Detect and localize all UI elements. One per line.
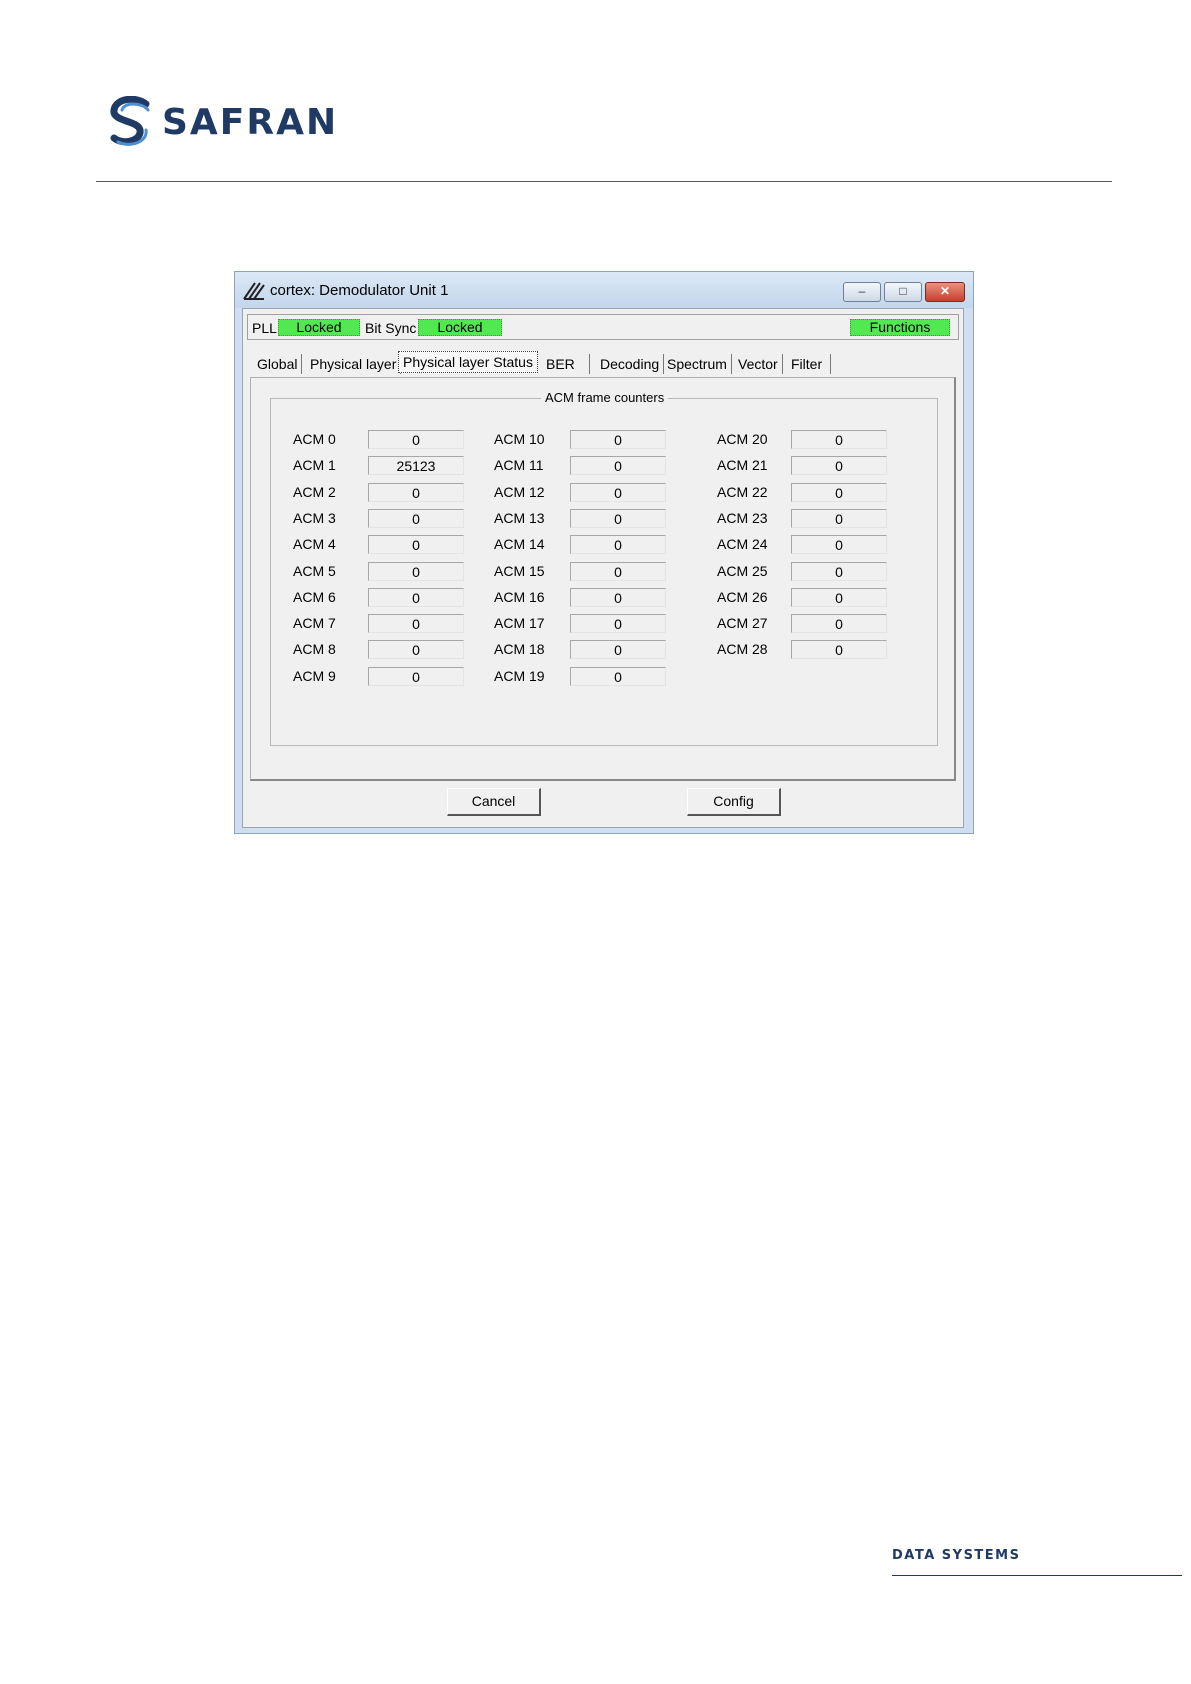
- acm-counter-label: ACM 15: [494, 563, 545, 579]
- acm-counter-label: ACM 3: [293, 510, 336, 526]
- close-button[interactable]: ✕: [925, 282, 965, 302]
- acm-counter-value: 0: [791, 430, 887, 449]
- acm-counter-value: 0: [368, 535, 464, 554]
- acm-counter-value: 0: [570, 430, 666, 449]
- pll-label: PLL: [252, 320, 277, 336]
- acm-counter-value: 0: [791, 483, 887, 502]
- header-divider: [96, 181, 1112, 182]
- window-title: cortex: Demodulator Unit 1: [270, 282, 449, 299]
- acm-counter-value: 0: [791, 614, 887, 633]
- tab-physical-layer[interactable]: Physical layer: [306, 354, 402, 374]
- status-bar: PLL Locked Bit Sync Locked Functions: [247, 314, 959, 340]
- acm-counter-value: 0: [368, 588, 464, 607]
- maximize-button[interactable]: □: [884, 282, 922, 302]
- tab-global[interactable]: Global: [253, 354, 303, 374]
- acm-counter-label: ACM 11: [494, 457, 544, 473]
- acm-counter-value: 0: [791, 562, 887, 581]
- acm-counter-label: ACM 10: [494, 431, 545, 447]
- cancel-button[interactable]: Cancel: [447, 788, 541, 816]
- acm-counter-label: ACM 14: [494, 536, 545, 552]
- acm-counter-value: 0: [570, 667, 666, 686]
- acm-counter-value: 0: [791, 456, 887, 475]
- safran-logo: SAFRAN: [108, 96, 338, 150]
- acm-counter-label: ACM 18: [494, 641, 545, 657]
- minimize-button[interactable]: –: [843, 282, 881, 302]
- tab-vector[interactable]: Vector: [734, 354, 783, 374]
- tab-physical-layer-status[interactable]: Physical layer Status: [398, 351, 538, 373]
- acm-counter-value: 0: [791, 509, 887, 528]
- acm-counter-label: ACM 12: [494, 484, 545, 500]
- acm-counter-label: ACM 27: [717, 615, 768, 631]
- bitsync-status-indicator: Locked: [418, 319, 502, 336]
- acm-counter-value: 0: [368, 640, 464, 659]
- tab-ber[interactable]: BER: [542, 354, 590, 374]
- acm-frame-counters-group: ACM frame counters ACM 0 0 ACM 1 25123 ACM 2…: [270, 390, 938, 746]
- brand-name: SAFRAN: [162, 102, 339, 143]
- acm-counter-label: ACM 8: [293, 641, 336, 657]
- acm-counter-label: ACM 17: [494, 615, 545, 631]
- bitsync-label: Bit Sync: [365, 320, 417, 336]
- tab-strip: Global Physical layer Physical layer Sta…: [253, 351, 853, 377]
- safran-s-icon: [110, 96, 150, 146]
- acm-counter-label: ACM 6: [293, 589, 336, 605]
- acm-counter-label: ACM 1: [293, 457, 336, 473]
- acm-counter-label: ACM 19: [494, 668, 545, 684]
- acm-counter-value: 0: [791, 535, 887, 554]
- acm-counter-label: ACM 13: [494, 510, 545, 526]
- acm-counter-value: 0: [570, 509, 666, 528]
- config-button[interactable]: Config: [687, 788, 781, 816]
- acm-counter-value: 0: [570, 588, 666, 607]
- acm-counter-label: ACM 7: [293, 615, 336, 631]
- acm-counter-label: ACM 20: [717, 431, 768, 447]
- tab-spectrum[interactable]: Spectrum: [663, 354, 732, 374]
- acm-counter-value: 0: [368, 667, 464, 686]
- acm-counter-label: ACM 22: [717, 484, 768, 500]
- acm-counter-value: 0: [368, 430, 464, 449]
- tab-page-physical-layer-status: ACM frame counters ACM 0 0 ACM 1 25123 ACM 2…: [250, 377, 956, 781]
- acm-counter-label: ACM 2: [293, 484, 336, 500]
- acm-counter-value: 0: [570, 456, 666, 475]
- acm-counter-label: ACM 28: [717, 641, 768, 657]
- acm-counter-label: ACM 24: [717, 536, 768, 552]
- app-icon: [243, 282, 265, 300]
- tab-decoding[interactable]: Decoding: [596, 354, 665, 374]
- acm-counter-value: 0: [570, 535, 666, 554]
- acm-counter-label: ACM 25: [717, 563, 768, 579]
- acm-counter-value: 0: [368, 614, 464, 633]
- group-title: ACM frame counters: [541, 390, 669, 405]
- acm-counter-label: ACM 0: [293, 431, 336, 447]
- acm-counter-label: ACM 5: [293, 563, 336, 579]
- acm-counter-value: 0: [570, 640, 666, 659]
- acm-counter-label: ACM 23: [717, 510, 768, 526]
- acm-counter-value: 0: [570, 483, 666, 502]
- title-bar[interactable]: cortex: Demodulator Unit 1 – □ ✕: [235, 272, 973, 308]
- acm-counter-label: ACM 4: [293, 536, 336, 552]
- tab-filter[interactable]: Filter: [787, 354, 831, 374]
- acm-counter-label: ACM 21: [717, 457, 768, 473]
- window-client-area: PLL Locked Bit Sync Locked Functions Glo…: [242, 308, 964, 828]
- acm-counter-value: 25123: [368, 456, 464, 475]
- acm-counter-value: 0: [791, 588, 887, 607]
- acm-counter-label: ACM 9: [293, 668, 336, 684]
- acm-counter-value: 0: [368, 562, 464, 581]
- acm-counter-label: ACM 26: [717, 589, 768, 605]
- acm-counter-value: 0: [570, 614, 666, 633]
- acm-counter-value: 0: [368, 483, 464, 502]
- acm-counter-value: 0: [570, 562, 666, 581]
- acm-counter-value: 0: [791, 640, 887, 659]
- functions-indicator[interactable]: Functions: [850, 319, 950, 336]
- pll-status-indicator: Locked: [278, 319, 360, 336]
- acm-counter-value: 0: [368, 509, 464, 528]
- acm-counter-label: ACM 16: [494, 589, 545, 605]
- footer-brand: DATA SYSTEMS: [892, 1548, 1021, 1563]
- footer-divider: [892, 1575, 1182, 1576]
- demodulator-window: cortex: Demodulator Unit 1 – □ ✕ PLL Loc…: [234, 271, 974, 834]
